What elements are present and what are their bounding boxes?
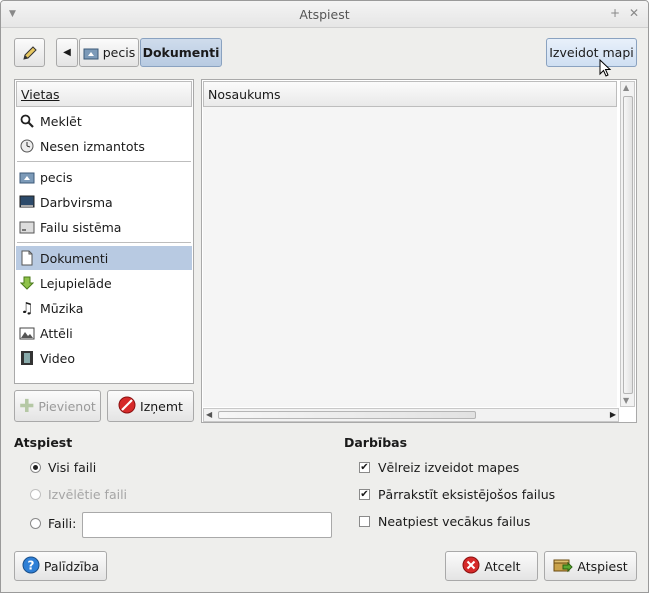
remove-bookmark-button[interactable]: Izņemt bbox=[107, 390, 194, 422]
create-folder-button[interactable]: Izveidot mapi bbox=[546, 38, 637, 67]
remove-icon bbox=[118, 396, 136, 417]
recreate-folders-label[interactable]: Vēlreiz izveidot mapes bbox=[378, 460, 519, 475]
place-label: Failu sistēma bbox=[40, 219, 122, 235]
path-segment-documents[interactable]: Dokumenti bbox=[140, 38, 222, 67]
skip-older-checkbox[interactable] bbox=[359, 516, 370, 527]
scroll-left-icon[interactable]: ◀ bbox=[206, 410, 212, 419]
chevron-left-icon: ◀ bbox=[63, 47, 71, 58]
place-label: Video bbox=[40, 350, 76, 366]
edit-location-button[interactable] bbox=[14, 38, 45, 67]
place-label: Darbvirsma bbox=[40, 194, 113, 210]
add-bookmark-button[interactable]: ✚ Pievienot bbox=[14, 390, 101, 422]
place-label: Mūzika bbox=[40, 300, 84, 316]
selected-files-label: Izvēlētie faili bbox=[48, 487, 128, 502]
place-documents[interactable]: Dokumenti bbox=[16, 246, 192, 270]
svg-text:?: ? bbox=[27, 558, 34, 572]
pencil-icon bbox=[22, 45, 37, 60]
place-pictures[interactable]: Attēli bbox=[16, 321, 192, 345]
scroll-right-icon[interactable]: ▶ bbox=[610, 410, 616, 419]
selected-files-radio[interactable] bbox=[30, 489, 41, 500]
place-home[interactable]: pecis bbox=[16, 165, 192, 189]
files-pattern-radio[interactable] bbox=[30, 518, 41, 529]
actions-section-title: Darbības bbox=[344, 435, 408, 450]
close-icon[interactable]: ✕ bbox=[629, 6, 639, 20]
title-bar: ▼ Atspiest + ✕ bbox=[1, 1, 648, 28]
cancel-icon bbox=[462, 556, 480, 577]
path-segment-label: pecis bbox=[102, 45, 136, 60]
places-header[interactable]: Vietas bbox=[16, 81, 192, 107]
place-label: Attēli bbox=[40, 325, 73, 341]
overwrite-files-label[interactable]: Pārrakstīt eksistējošos failus bbox=[378, 487, 555, 502]
recreate-folders-checkbox[interactable]: ✔ bbox=[359, 462, 370, 473]
place-music[interactable]: ♫ Mūzika bbox=[16, 296, 192, 320]
scroll-down-icon[interactable]: ▼ bbox=[623, 396, 629, 405]
name-column-label: Nosaukums bbox=[208, 86, 281, 102]
cancel-label: Atcelt bbox=[484, 558, 521, 574]
place-label: Nesen izmantots bbox=[40, 138, 145, 154]
files-pattern-input[interactable] bbox=[82, 512, 332, 538]
vertical-scrollbar[interactable]: ▲ ▼ bbox=[620, 81, 635, 407]
overwrite-files-checkbox[interactable]: ✔ bbox=[359, 489, 370, 500]
file-list[interactable] bbox=[203, 107, 617, 407]
place-videos[interactable]: Video bbox=[16, 346, 192, 370]
film-icon bbox=[19, 350, 35, 366]
create-folder-label: Izveidot mapi bbox=[549, 45, 634, 60]
help-label: Palīdzība bbox=[43, 558, 100, 574]
all-files-radio[interactable] bbox=[30, 462, 41, 473]
help-button[interactable]: ? Palīdzība bbox=[14, 551, 107, 581]
place-label: pecis bbox=[40, 169, 73, 185]
place-label: Dokumenti bbox=[40, 250, 109, 266]
vertical-scroll-thumb[interactable] bbox=[623, 96, 633, 394]
places-panel: Vietas Meklēt Nesen izmantots pecis Darb… bbox=[14, 79, 194, 384]
clock-icon bbox=[19, 138, 35, 154]
desktop-icon bbox=[19, 194, 35, 210]
extract-dialog: ▼ Atspiest + ✕ ◀ pecis Dokumenti Izveido… bbox=[0, 0, 649, 593]
maximize-icon[interactable]: + bbox=[610, 6, 620, 20]
extract-label: Atspiest bbox=[577, 558, 628, 574]
place-desktop[interactable]: Darbvirsma bbox=[16, 190, 192, 214]
path-segment-home[interactable]: pecis bbox=[79, 38, 139, 67]
place-search[interactable]: Meklēt bbox=[16, 109, 192, 133]
mouse-cursor-icon bbox=[599, 59, 612, 77]
places-header-label: Vietas bbox=[21, 86, 60, 102]
places-separator bbox=[17, 161, 191, 163]
add-bookmark-label: Pievienot bbox=[38, 398, 96, 414]
add-icon: ✚ bbox=[19, 395, 35, 417]
extract-archive-icon bbox=[553, 556, 574, 577]
cancel-button[interactable]: Atcelt bbox=[445, 551, 538, 581]
places-separator bbox=[17, 242, 191, 244]
search-icon bbox=[19, 113, 35, 129]
window-title: Atspiest bbox=[299, 7, 350, 22]
place-recent[interactable]: Nesen izmantots bbox=[16, 134, 192, 158]
path-back-button[interactable]: ◀ bbox=[56, 38, 78, 67]
music-note-icon: ♫ bbox=[20, 299, 34, 317]
name-column-header[interactable]: Nosaukums bbox=[203, 81, 617, 107]
extract-button[interactable]: Atspiest bbox=[544, 551, 637, 581]
help-icon: ? bbox=[22, 556, 40, 577]
place-filesystem[interactable]: Failu sistēma bbox=[16, 215, 192, 239]
all-files-label[interactable]: Visi faili bbox=[48, 460, 96, 475]
horizontal-scrollbar[interactable]: ◀ ▶ bbox=[203, 408, 619, 422]
home-folder-icon bbox=[19, 169, 35, 185]
picture-icon bbox=[19, 325, 35, 341]
horizontal-scroll-thumb[interactable] bbox=[218, 411, 476, 419]
document-icon bbox=[19, 250, 35, 266]
scroll-up-icon[interactable]: ▲ bbox=[623, 83, 629, 92]
download-arrow-icon bbox=[19, 275, 35, 291]
path-segment-label: Dokumenti bbox=[142, 45, 220, 60]
remove-bookmark-label: Izņemt bbox=[140, 398, 183, 414]
drive-icon bbox=[19, 219, 35, 235]
files-pattern-label[interactable]: Faili: bbox=[48, 516, 76, 531]
place-downloads[interactable]: Lejupielāde bbox=[16, 271, 192, 295]
skip-older-label[interactable]: Neatpiest vecākus failus bbox=[378, 514, 530, 529]
extract-section-title: Atspiest bbox=[14, 435, 73, 450]
place-label: Meklēt bbox=[40, 113, 82, 129]
home-folder-icon bbox=[83, 45, 99, 61]
place-label: Lejupielāde bbox=[40, 275, 112, 291]
files-panel: Nosaukums ▲ ▼ ◀ ▶ bbox=[201, 79, 637, 423]
